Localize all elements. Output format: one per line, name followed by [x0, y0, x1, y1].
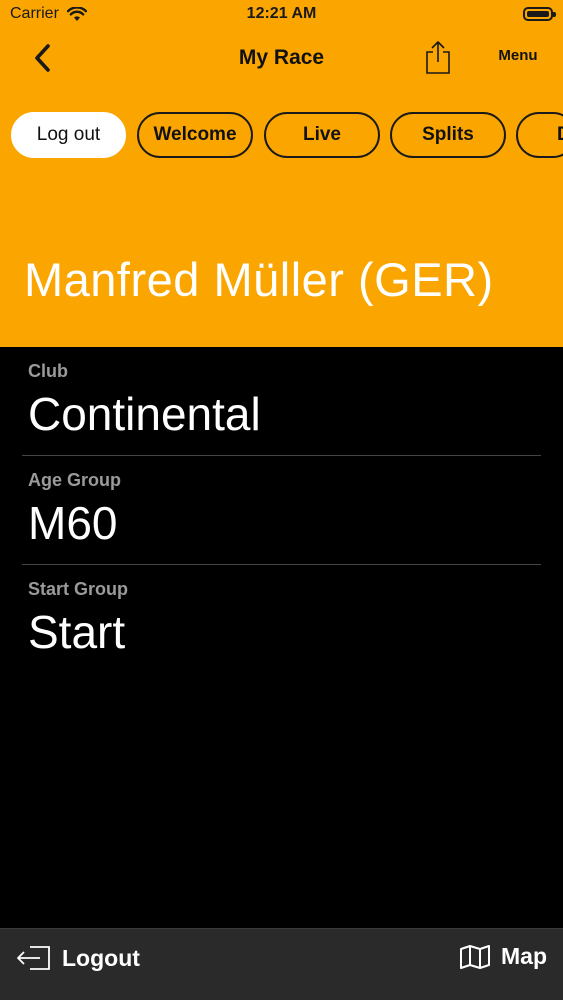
map-icon: [459, 944, 491, 970]
bottom-bar: Logout Map: [0, 928, 563, 1000]
header: Carrier 12:21 AM My Race Menu Log out We…: [0, 0, 563, 347]
page-title: My Race: [238, 46, 325, 69]
tab-label: Log out: [36, 124, 101, 145]
logout-icon: [16, 943, 52, 973]
screen: Carrier 12:21 AM My Race Menu Log out We…: [0, 0, 563, 1000]
info-value: M60: [28, 497, 118, 549]
info-value: Start: [28, 606, 126, 658]
map-label: Map: [501, 943, 547, 969]
info-row-club: Club Continental: [22, 347, 541, 456]
battery-icon: [523, 7, 556, 21]
menu-button[interactable]: Menu: [488, 47, 548, 64]
athlete-name: Manfred Müller (GER): [24, 253, 494, 306]
tab-partial[interactable]: D: [516, 112, 563, 158]
tab-welcome[interactable]: Welcome: [137, 112, 253, 158]
logout-button[interactable]: Logout: [16, 943, 140, 973]
info-label: Age Group: [28, 470, 121, 490]
logout-label: Logout: [62, 944, 140, 971]
tab-live[interactable]: Live: [264, 112, 380, 158]
info-label: Club: [28, 361, 68, 381]
info-value: Continental: [28, 388, 261, 440]
info-row-start-group: Start Group Start: [22, 565, 541, 674]
tab-label: D: [557, 124, 563, 146]
info-row-age-group: Age Group M60: [22, 456, 541, 565]
status-time: 12:21 AM: [246, 5, 317, 22]
info-label: Start Group: [28, 579, 129, 599]
tab-label: Live: [302, 124, 342, 145]
share-button[interactable]: [420, 36, 456, 78]
navigation-bar: My Race Menu: [0, 32, 563, 88]
status-bar: Carrier 12:21 AM: [0, 0, 563, 30]
map-button[interactable]: Map: [459, 943, 547, 970]
tab-log-out[interactable]: Log out: [11, 112, 126, 158]
tab-label: Welcome: [153, 124, 237, 145]
share-icon: [424, 39, 452, 75]
tab-label: Splits: [422, 124, 474, 145]
tab-splits[interactable]: Splits: [390, 112, 506, 158]
